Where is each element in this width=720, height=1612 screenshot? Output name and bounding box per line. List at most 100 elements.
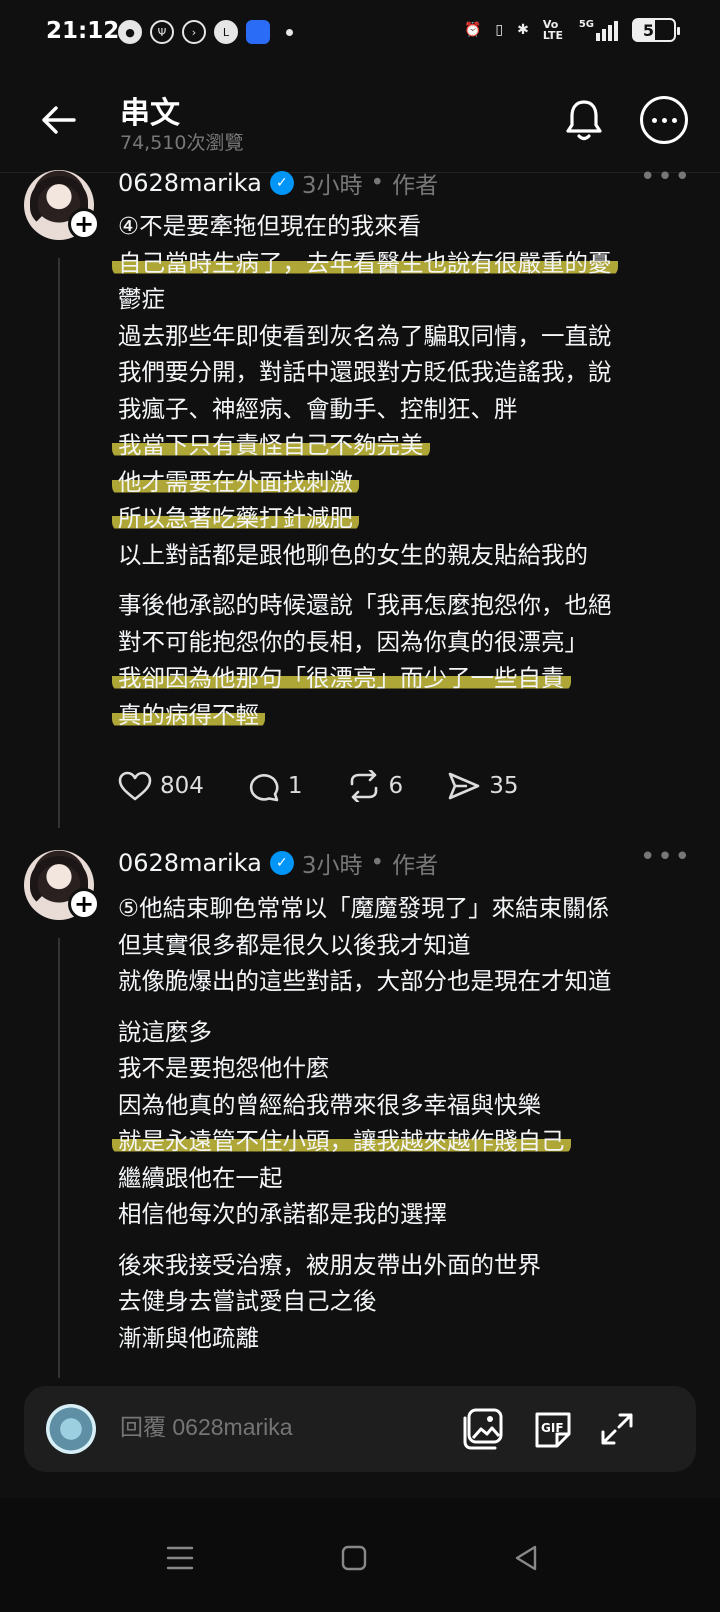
post-actions: 804 1 6 35 [118,770,562,802]
post-time: 3小時 [301,853,363,879]
battery-level: 51 [642,20,666,40]
username[interactable]: 0628marika [118,169,262,197]
back-arrow-icon [42,106,76,134]
home-icon [341,1545,367,1571]
notification-button[interactable] [560,96,608,144]
share-button[interactable]: 35 [447,771,518,801]
post-line: 自己當時生病了，去年看醫生也說有很嚴重的憂 [112,245,678,282]
more-notifications-dot [286,28,293,36]
my-avatar [46,1404,96,1454]
back-button[interactable] [36,98,80,142]
line-notification-icon: L [214,20,238,44]
post-line: ④不是要牽拖但現在的我來看 [118,212,422,240]
post-line: 真的病得不輕 [112,697,678,734]
thread-header: 串文 74,510次瀏覽 [0,72,720,168]
highlight-mark: 我卻因為他那句「很漂亮」而少了一些自責 [112,664,571,692]
author-badge: 作者 [392,173,439,199]
view-count: 74,510次瀏覽 [120,132,244,154]
repost-icon [350,770,377,802]
recents-button[interactable] [160,1538,200,1578]
gif-icon: GIF [535,1412,571,1448]
chat-notification-icon: ● [118,20,142,44]
post-line: 因為他真的曾經給我帶來很多幸福與快樂 [118,1090,541,1119]
gif-button[interactable]: GIF [530,1406,576,1452]
attach-image-button[interactable] [460,1406,506,1452]
post-line: 鬱症 [118,285,165,313]
follow-button[interactable]: + [68,888,100,920]
post-line: 說這麼多 [118,1017,212,1046]
signal-icon: 5G [579,19,618,41]
post-line: 但其實很多都是很久以後我才知道 [118,930,471,959]
more-icon [651,117,657,123]
heart-icon [118,771,152,801]
post-body: ④不是要牽拖但現在的我來看 自己當時生病了，去年看醫生也說有很嚴重的憂 鬱症 過… [112,208,678,734]
post-line: 過去那些年即使看到灰名為了騙取同情，一直說 [118,321,612,350]
post-line: 我當下只有責怪自己不夠完美 [112,427,678,464]
username[interactable]: 0628marika [118,849,262,877]
bluetooth-icon: ✱ [517,22,529,38]
image-icon [463,1408,503,1450]
more-options-button[interactable] [640,96,688,144]
share-count: 35 [489,773,519,799]
follow-button[interactable]: + [68,208,100,240]
post-header: 0628marika ✓ 3小時 • 作者 [118,846,438,880]
post-line: 我卻因為他那句「很漂亮」而少了一些自責 [112,660,678,697]
notification-icons: ● Ψ › L [118,20,293,44]
comment-button[interactable]: 1 [248,770,303,802]
post-line: ⑤他結束聊色常常以「魔魔發現了」來結束關係 [118,894,610,922]
separator: • [370,850,385,876]
home-button[interactable] [334,1538,374,1578]
like-count: 804 [160,773,204,799]
expand-icon [601,1413,633,1445]
back-triangle-icon [515,1545,537,1571]
post-line: 我們要分開，對話中還跟對方貶低我造謠我，說 [118,358,612,386]
verified-icon: ✓ [269,851,294,875]
share-icon [448,772,480,800]
reply-input[interactable] [120,1414,440,1441]
alarm-icon: ⏰ [463,22,482,38]
thread-post: + 0628marika ✓ 3小時 • 作者 ••• ⑤他結束聊色常常以「魔魔… [0,840,720,1380]
like-button[interactable]: 804 [118,771,204,801]
post-line: 我不是要抱怨他什麼 [118,1054,330,1082]
post-line: 繼續跟他在一起 [118,1163,283,1192]
repost-button[interactable]: 6 [347,770,404,802]
page-title: 串文 [120,96,180,131]
expand-button[interactable] [594,1406,640,1452]
post-line: 我瘋子、神經病、會動手、控制狂、胖 [118,394,518,423]
repost-count: 6 [388,773,404,799]
weather-notification-icon [246,20,270,44]
post-line: 就是永遠管不住小頭，讓我越來越作賤自己 [112,1123,678,1160]
post-line: 事後他承認的時候還說「我再怎麼抱怨你，也絕 [118,591,612,619]
highlight-mark: 自己當時生病了，去年看醫生也說有很嚴重的憂 [112,248,618,277]
post-time: 3小時 [301,173,363,199]
arrow-notification-icon: › [182,20,206,44]
post-more-button[interactable]: ••• [640,842,692,872]
system-icons: ⏰ ▯ ✱ Vo LTE 5G 51 [463,18,680,42]
highlight-mark: 他才需要在外面找刺激 [112,467,359,496]
reply-bar: GIF [24,1386,696,1472]
back-nav-button[interactable] [506,1538,546,1578]
system-nav-bar [0,1498,720,1612]
battery-icon: 51 [632,18,680,42]
menu-icon [166,1546,194,1570]
highlight-mark: 就是永遠管不住小頭，讓我越來越作賤自己 [112,1127,571,1155]
separator: • [370,170,385,196]
svg-text:GIF: GIF [541,1421,564,1435]
highlight-mark: 所以急著吃藥打針減肥 [112,504,359,532]
post-line: 他才需要在外面找刺激 [112,464,678,501]
comment-icon [249,774,279,802]
vibrate-icon: ▯ [495,22,504,38]
author-badge: 作者 [392,853,439,879]
post-line: 對不可能抱怨你的長相，因為你真的很漂亮」 [118,627,588,656]
post-line: 去健身去嘗試愛自己之後 [118,1287,377,1315]
status-bar: 21:12 ● Ψ › L ⏰ ▯ ✱ Vo LTE 5G 51 [0,0,720,66]
post-more-button[interactable]: ••• [640,162,692,192]
verified-icon: ✓ [269,171,294,195]
thread-line [58,938,60,1378]
food-notification-icon: Ψ [150,20,174,44]
post-line: 相信他每次的承諾都是我的選擇 [118,1200,447,1228]
post-header: 0628marika ✓ 3小時 • 作者 [118,166,438,200]
highlight-mark: 真的病得不輕 [112,700,265,729]
comment-count: 1 [287,773,303,799]
post-line: 後來我接受治療，被朋友帶出外面的世界 [118,1250,541,1279]
